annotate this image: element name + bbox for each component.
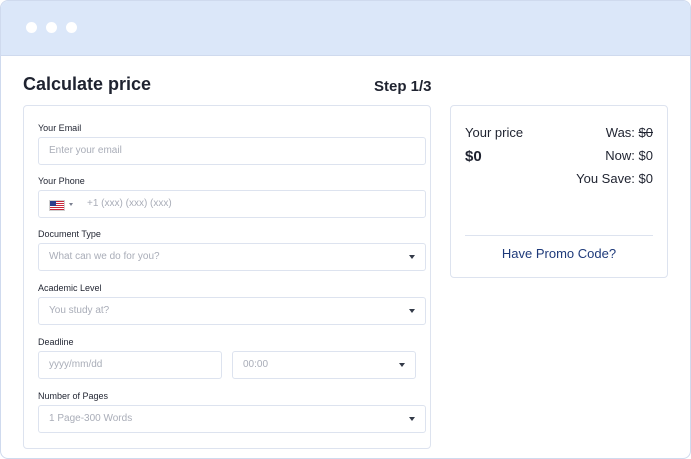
window-dot-icon[interactable] (46, 22, 57, 33)
academic-level-label: Academic Level (38, 283, 102, 293)
was-price: Was: $0 (606, 125, 653, 140)
deadline-time-value: 00:00 (243, 359, 269, 370)
was-label: Was: (605, 125, 639, 140)
order-form-card: Your Email Enter your email Your Phone +… (23, 105, 431, 449)
document-type-placeholder: What can we do for you? (49, 251, 160, 262)
academic-level-select[interactable]: You study at? (38, 297, 426, 325)
step-indicator: Step 1/3 (374, 78, 432, 95)
page-title: Calculate price (23, 74, 152, 94)
email-placeholder: Enter your email (49, 145, 122, 156)
document-type-select[interactable]: What can we do for you? (38, 243, 426, 271)
deadline-time-select[interactable]: 00:00 (232, 351, 416, 379)
chevron-down-icon (409, 417, 415, 421)
chevron-down-icon (409, 255, 415, 259)
price-amount: $0 (465, 148, 482, 165)
email-field[interactable]: Enter your email (38, 137, 426, 165)
email-label: Your Email (38, 123, 82, 133)
divider (465, 235, 653, 236)
deadline-label: Deadline (38, 337, 74, 347)
your-price-label: Your price (465, 125, 524, 140)
price-summary-card: Your price $0 Was: $0 Now: $0 You Save: … (450, 105, 668, 278)
window-titlebar (1, 1, 690, 56)
deadline-date-placeholder: yyyy/mm/dd (49, 359, 103, 370)
savings: You Save: $0 (576, 171, 653, 186)
phone-placeholder: +1 (xxx) (xxx) (xxx) (87, 198, 172, 209)
browser-window: Calculate price Step 1/3 Your Email Ente… (0, 0, 691, 459)
academic-level-placeholder: You study at? (49, 305, 110, 316)
window-dot-icon[interactable] (26, 22, 37, 33)
deadline-date-input[interactable]: yyyy/mm/dd (38, 351, 222, 379)
phone-label: Your Phone (38, 176, 85, 186)
window-dot-icon[interactable] (66, 22, 77, 33)
pages-select[interactable]: 1 Page-300 Words (38, 405, 426, 433)
pages-value: 1 Page-300 Words (49, 413, 133, 424)
chevron-down-icon (399, 363, 405, 367)
chevron-down-icon[interactable] (69, 203, 73, 206)
us-flag-icon[interactable] (49, 200, 65, 211)
was-value: $0 (638, 125, 653, 140)
chevron-down-icon (409, 309, 415, 313)
document-type-label: Document Type (38, 229, 101, 239)
phone-field[interactable]: +1 (xxx) (xxx) (xxx) (38, 190, 426, 218)
promo-code-link[interactable]: Have Promo Code? (451, 246, 667, 261)
pages-label: Number of Pages (38, 391, 109, 401)
now-price: Now: $0 (605, 148, 653, 163)
